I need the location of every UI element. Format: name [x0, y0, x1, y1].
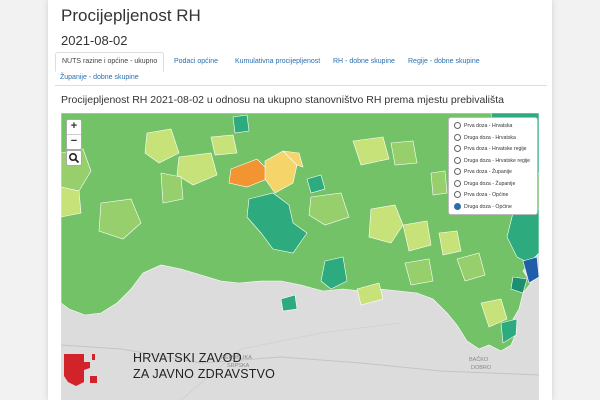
- tab-rh-dobne[interactable]: RH - dobne skupine: [333, 58, 395, 65]
- region-light-green-3: [160, 172, 184, 204]
- region-light-green-6: [430, 170, 448, 196]
- radio-icon: [454, 179, 461, 187]
- hzjz-logo-icon: [64, 354, 97, 386]
- radio-selected-icon: [454, 202, 461, 210]
- radio-icon: [454, 156, 461, 164]
- magnifier-icon: [68, 152, 80, 164]
- place-label-dobro: DOBRO: [471, 365, 492, 371]
- choropleth-map[interactable]: REPUBLIKA SRPSKA BAČKO DOBRO + − Prva do…: [61, 113, 539, 400]
- layer-option[interactable]: Prva doza - Županije: [454, 168, 512, 178]
- page: Procijepljenost RH 2021-08-02 NUTS razin…: [48, 0, 552, 400]
- layer-option[interactable]: Druga doza - Županije: [454, 179, 515, 190]
- region-yellow-green-1: [61, 186, 82, 218]
- tab-podaci-opcine[interactable]: Podaci općine: [174, 58, 218, 65]
- tab-bar: NUTS razine i općine - ukupno Podaci opć…: [55, 51, 547, 86]
- radio-icon: [454, 145, 461, 152]
- place-label-backo: BAČKO: [469, 356, 489, 363]
- logo-line-2: ZA JAVNO ZDRAVSTVO: [133, 367, 276, 381]
- layer-option[interactable]: Prva doza - Općine: [454, 191, 508, 201]
- radio-icon: [454, 133, 461, 141]
- zoom-in-button[interactable]: +: [67, 120, 81, 134]
- radio-icon: [454, 191, 461, 198]
- layer-switcher: Prva doza - Hrvatska Druga doza - Hrvats…: [448, 117, 538, 215]
- page-date: 2021-08-02: [61, 33, 128, 48]
- layer-option[interactable]: Prva doza - Hrvatske regije: [454, 145, 527, 155]
- region-yellow-green-8: [438, 230, 462, 256]
- tab-regije-dobne[interactable]: Regije - dobne skupine: [408, 58, 480, 65]
- layer-option-selected[interactable]: Druga doza - Općine: [454, 202, 512, 213]
- radio-icon: [454, 168, 461, 175]
- tab-kumulativna[interactable]: Kumulativna procijepljenost: [235, 58, 320, 65]
- region-teal-1: [232, 114, 250, 134]
- map-search-button[interactable]: [66, 150, 82, 166]
- layer-option[interactable]: Druga doza - Hrvatske regije: [454, 156, 530, 167]
- region-yellow-green-4: [210, 134, 238, 156]
- layer-option[interactable]: Druga doza - Hrvatska: [454, 133, 516, 144]
- region-light-green-5: [390, 140, 418, 166]
- layer-option[interactable]: Prva doza - Hrvatska: [454, 122, 512, 132]
- map-subtitle: Procijepljenost RH 2021-08-02 u odnosu n…: [61, 94, 504, 106]
- page-title: Procijepljenost RH: [61, 6, 201, 25]
- zoom-control: + −: [66, 119, 82, 150]
- tab-zupanije-dobne[interactable]: Županije - dobne skupine: [60, 74, 139, 81]
- zoom-out-button[interactable]: −: [67, 134, 81, 149]
- logo-line-1: HRVATSKI ZAVOD: [133, 351, 242, 365]
- tab-nuts-ukupno[interactable]: NUTS razine i općine - ukupno: [55, 52, 165, 72]
- radio-icon: [454, 122, 461, 129]
